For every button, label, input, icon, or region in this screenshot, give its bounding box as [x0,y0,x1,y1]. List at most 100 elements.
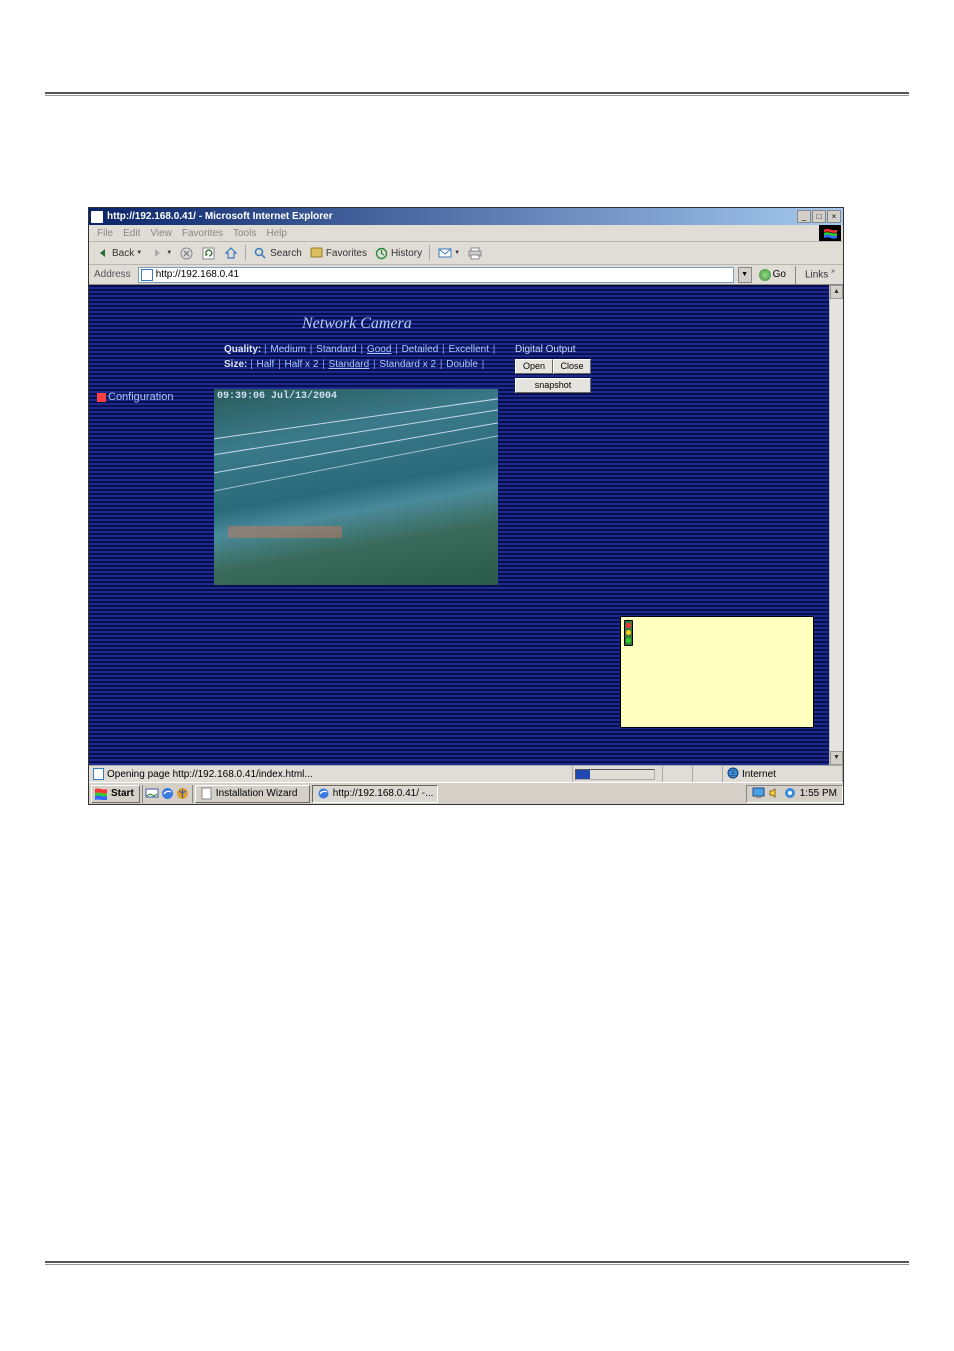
addressbar: Address http://192.168.0.41 ▼ Go Links » [89,265,843,285]
size-option-double[interactable]: Double [445,359,479,370]
mail-icon [437,246,452,261]
refresh-button[interactable] [199,246,218,261]
traffic-light-icon [624,620,633,646]
status-page-icon [93,768,104,780]
tray-network-icon[interactable] [784,787,797,800]
progress-bar [575,769,655,780]
back-button[interactable]: Back ▼ [93,246,144,261]
snapshot-button[interactable]: snapshot [515,378,591,393]
titlebar: http://192.168.0.41/ - Microsoft Interne… [89,208,843,225]
video-detail [228,526,342,538]
close-window-button[interactable]: × [827,210,841,223]
size-row: Size: | Half | Half x 2 | Standard | Sta… [224,359,484,370]
zone-label: Internet [742,769,776,780]
menu-favorites[interactable]: Favorites [182,228,223,239]
configuration-label: Configuration [108,391,173,403]
go-label: Go [773,269,786,280]
menu-file[interactable]: File [97,228,113,239]
maximize-button[interactable]: □ [812,210,826,223]
stop-icon [179,246,194,261]
print-button[interactable] [465,246,484,261]
doc-icon [200,787,213,800]
back-label: Back [112,248,134,259]
toolbar: Back ▼ ▼ Search Favorites History [89,242,843,265]
globe-icon [727,767,739,782]
search-label: Search [270,248,302,259]
quality-option-medium[interactable]: Medium [269,344,307,355]
start-button[interactable]: Start [91,785,140,803]
tray-clock[interactable]: 1:55 PM [800,788,837,799]
stop-button[interactable] [177,246,196,261]
address-label: Address [91,269,134,280]
links-label[interactable]: Links » [802,268,841,280]
ie-doc-icon [317,787,330,800]
taskbar-item-installation-wizard[interactable]: Installation Wizard [195,785,310,803]
favorites-button[interactable]: Favorites [307,246,369,261]
favorites-icon [309,246,324,261]
statusbar: Opening page http://192.168.0.41/index.h… [89,765,843,782]
tooltip-popup [620,616,814,728]
home-button[interactable] [221,246,240,261]
windows-flag-icon [95,788,108,800]
forward-arrow-icon [149,246,164,261]
taskbar-item-label: Installation Wizard [216,788,298,799]
page-bottom-rule [45,1261,909,1265]
windows-logo-icon [819,225,841,241]
scroll-down-icon[interactable]: ▼ [830,751,843,765]
tray-volume-icon[interactable] [768,787,781,800]
browser-window: http://192.168.0.41/ - Microsoft Interne… [88,207,844,805]
address-url: http://192.168.0.41 [156,269,239,280]
search-button[interactable]: Search [251,246,304,261]
vertical-scrollbar[interactable]: ▲ ▼ [829,285,843,765]
taskbar-item-ie-page[interactable]: http://192.168.0.41/ -... [312,785,439,803]
page-top-rule [45,92,909,96]
quality-option-excellent[interactable]: Excellent [447,344,490,355]
taskbar-item-label: http://192.168.0.41/ -... [333,788,434,799]
close-button[interactable]: Close [553,359,591,374]
page-title: Network Camera [302,315,412,333]
quality-label: Quality: [224,344,264,355]
size-option-half-x-2[interactable]: Half x 2 [283,359,319,370]
config-icon [97,393,106,402]
menu-view[interactable]: View [150,228,172,239]
scroll-up-icon[interactable]: ▲ [830,285,843,299]
ql-outlook-icon[interactable] [175,786,190,801]
ie-icon [91,211,103,223]
address-field[interactable]: http://192.168.0.41 [138,267,734,283]
status-text: Opening page http://192.168.0.41/index.h… [107,769,313,780]
quality-option-good[interactable]: Good [366,344,392,355]
minimize-button[interactable]: _ [797,210,811,223]
history-button[interactable]: History [372,246,424,261]
menu-edit[interactable]: Edit [123,228,140,239]
page-icon [141,269,153,281]
ql-ie-icon[interactable] [160,786,175,801]
menubar: File Edit View Favorites Tools Help [89,225,843,242]
quality-row: Quality: | Medium | Standard | Good | De… [224,344,495,355]
back-arrow-icon [95,246,110,261]
quality-option-detailed[interactable]: Detailed [401,344,440,355]
forward-button[interactable]: ▼ [147,246,174,261]
favorites-label: Favorites [326,248,367,259]
video-timestamp: 09:39:06 Jul/13/2004 [217,391,337,402]
refresh-icon [201,246,216,261]
menu-help[interactable]: Help [266,228,287,239]
open-button[interactable]: Open [515,359,553,374]
ql-desktop-icon[interactable] [145,786,160,801]
size-option-standard-x-2[interactable]: Standard x 2 [378,359,437,370]
video-feed[interactable]: 09:39:06 Jul/13/2004 [214,389,498,585]
taskbar: Start Installation Wizard http://192.168… [89,782,843,804]
size-option-standard[interactable]: Standard [328,359,371,370]
quality-option-standard[interactable]: Standard [315,344,358,355]
go-button[interactable]: Go [756,269,789,281]
size-option-half[interactable]: Half [256,359,276,370]
mail-button[interactable]: ▼ [435,246,462,261]
system-tray: 1:55 PM [746,785,843,803]
address-dropdown[interactable]: ▼ [738,267,752,283]
tray-display-icon[interactable] [752,787,765,800]
configuration-link[interactable]: Configuration [97,391,173,403]
start-label: Start [111,788,134,799]
history-icon [374,246,389,261]
print-icon [467,246,482,261]
menu-tools[interactable]: Tools [233,228,256,239]
digital-output-label: Digital Output [515,344,576,355]
